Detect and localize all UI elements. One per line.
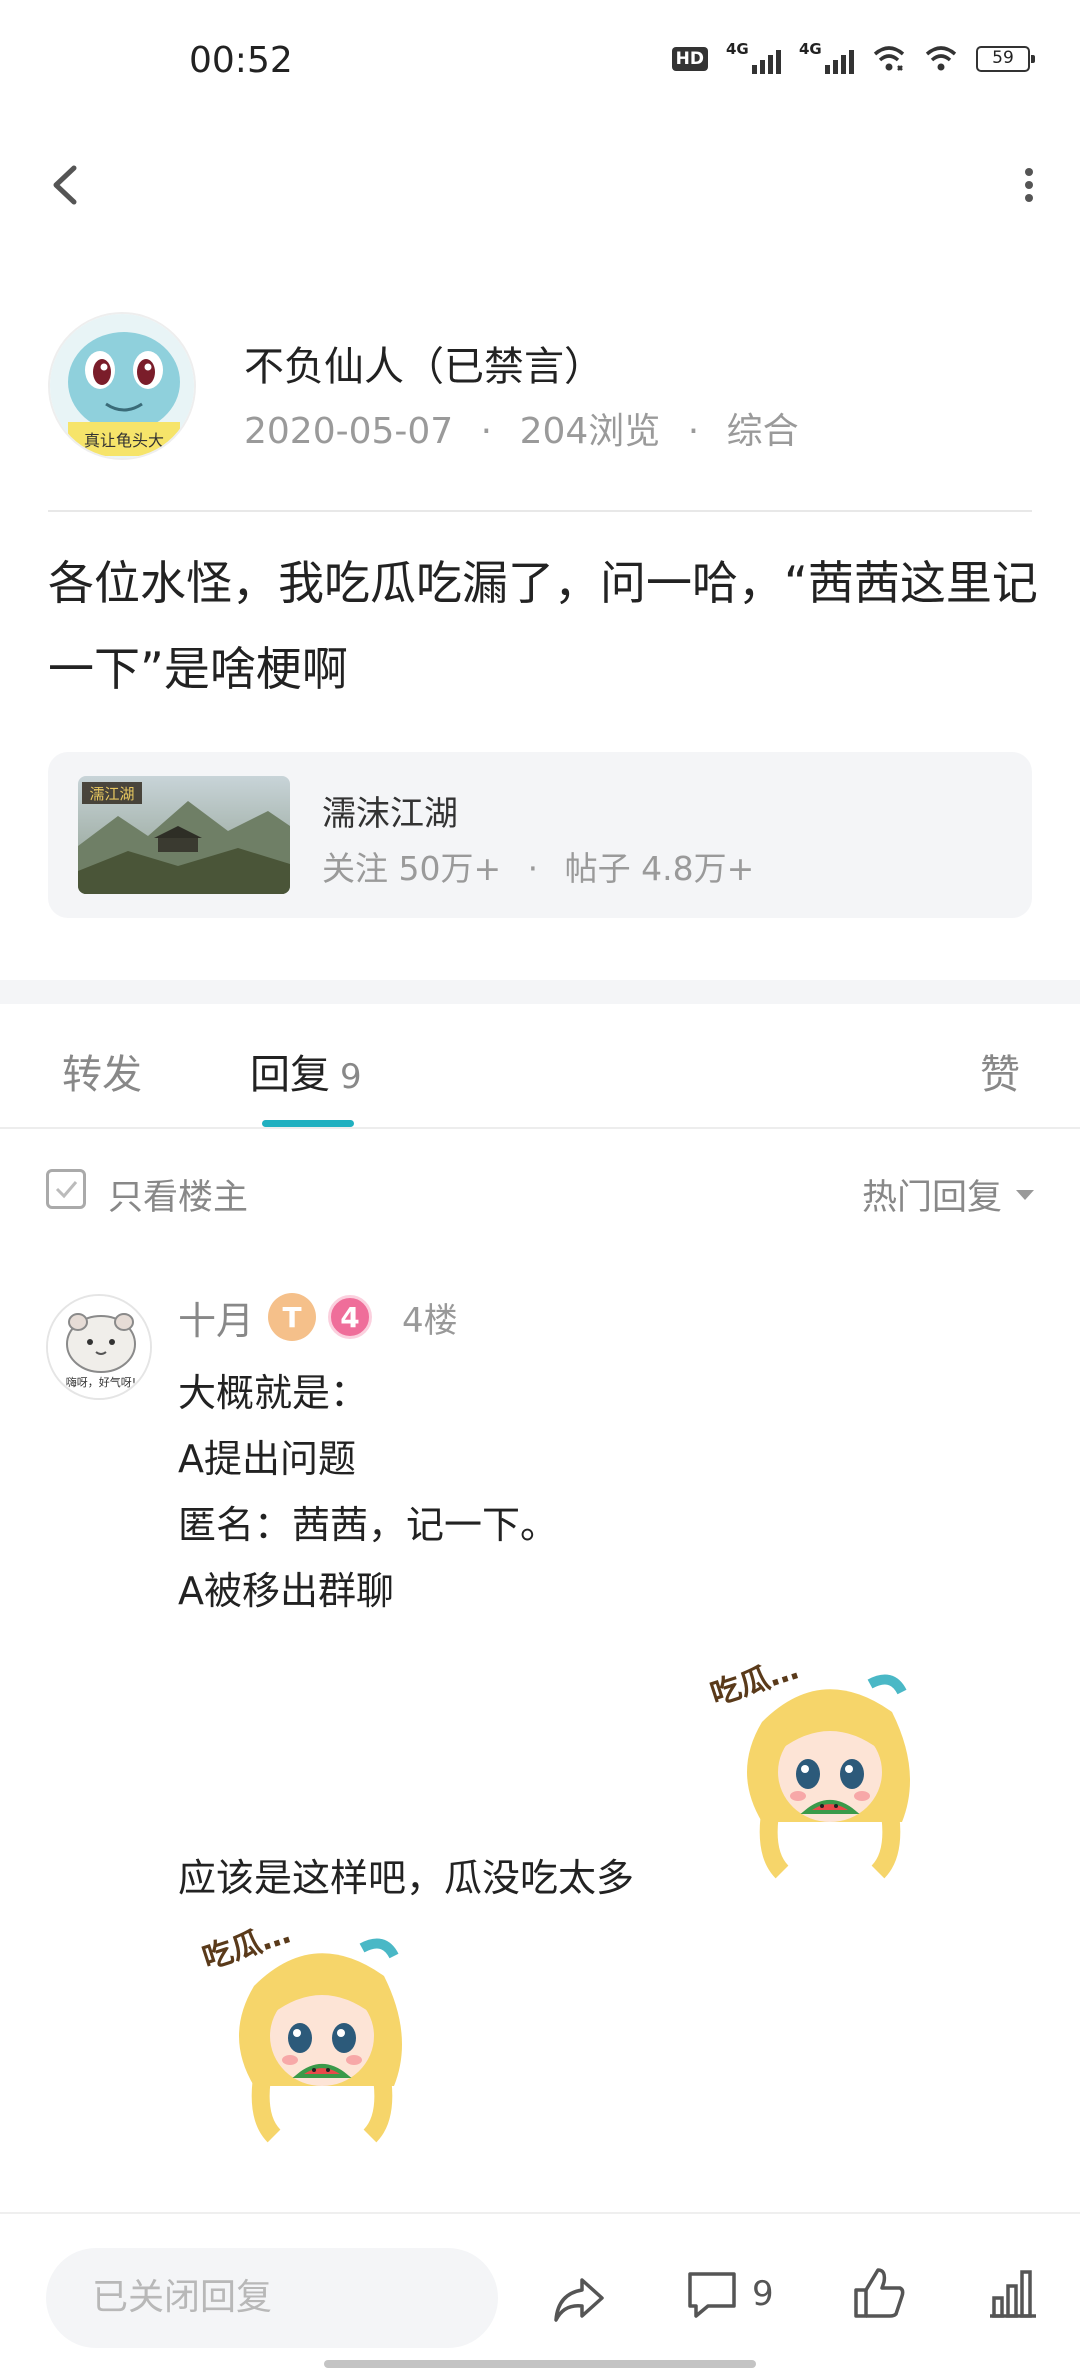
tab-like[interactable]: 赞 (980, 1042, 1020, 1100)
forum-followers: 关注 50万+ (322, 849, 502, 888)
meta-separator: · (480, 411, 493, 452)
stats-icon[interactable] (986, 2262, 1040, 2324)
battery-icon: 59 (976, 46, 1035, 72)
signal-icon-2: 4G (799, 40, 854, 74)
bottom-action-bar: 已关闭回复 9 (0, 2212, 1080, 2376)
hd-icon: HD (671, 47, 708, 71)
level-badge: 4 (328, 1295, 373, 1339)
post-date: 2020-05-07 (244, 411, 454, 452)
only-op-checkbox[interactable] (46, 1169, 86, 1209)
svg-text:嗨呀，好气呀!: 嗨呀，好气呀! (66, 1375, 136, 1389)
status-bar: 00:52 HD 4G 4G 59 (0, 0, 1080, 130)
reply-line: 大概就是： (178, 1371, 369, 1415)
forum-stats: 关注 50万+ · 帖子 4.8万+ (322, 842, 754, 890)
title-badge: T (268, 1293, 317, 1341)
svg-text:真让龟头大: 真让龟头大 (84, 431, 164, 450)
tab-reply-label: 回复 (250, 1052, 330, 1098)
post-views: 204浏览 (519, 411, 661, 452)
back-icon[interactable] (40, 150, 100, 220)
reply-avatar[interactable]: 嗨呀，好气呀! (46, 1294, 152, 1400)
tab-reply[interactable]: 回复 9 (250, 1042, 362, 1100)
forum-card[interactable]: 濡江湖 濡沫江湖 关注 50万+ · 帖子 4.8万+ (48, 752, 1032, 918)
active-tab-indicator (262, 1120, 354, 1127)
wifi-icon (925, 46, 957, 71)
comment-count: 9 (752, 2274, 774, 2314)
filter-row: 只看楼主 热门回复 (0, 1129, 1080, 1251)
reply-body: 大概就是： A提出问题 匿名：茜茜，记一下。 A被移出群聊 (178, 1360, 558, 1624)
meta-separator: · (687, 411, 700, 452)
author-row: 真让龟头大 不负仙人（已禁言） 2020-05-07 · 204浏览 · 综合 (48, 312, 1032, 462)
forum-posts: 帖子 4.8万+ (564, 849, 755, 888)
sort-dropdown[interactable]: 热门回复 (862, 1169, 1034, 1220)
nav-bar (0, 130, 1080, 240)
divider (48, 510, 1032, 512)
reply-input[interactable]: 已关闭回复 (46, 2248, 498, 2348)
caret-down-icon (1016, 1189, 1034, 1200)
svg-text:濡江湖: 濡江湖 (89, 785, 134, 803)
tab-bar: 转发 回复 9 赞 (0, 1004, 1080, 1129)
post-title: 各位水怪，我吃瓜吃漏了，问一哈，“茜茜这里记一下”是啥梗啊 (48, 556, 1038, 696)
more-options-icon[interactable] (1004, 150, 1054, 220)
author-avatar[interactable]: 真让龟头大 (48, 312, 196, 460)
thumbs-up-icon[interactable] (848, 2262, 910, 2324)
status-time: 00:52 (189, 40, 293, 81)
sort-label: 热门回复 (861, 1178, 1002, 1218)
section-gap (0, 980, 1080, 1004)
tab-forward[interactable]: 转发 (62, 1042, 142, 1100)
watermelon-sticker: 吃瓜… (198, 1916, 402, 2143)
reply-header: 十月 T 4 4楼 (178, 1290, 458, 1345)
stats-separator: · (527, 849, 539, 888)
reply-item: 嗨呀，好气呀! 十月 T 4 4楼 大概就是： A提出问题 匿名：茜茜，记一下。… (0, 1280, 1080, 2190)
signal-icon: 4G (726, 40, 781, 74)
reply-line: A被移出群聊 (178, 1569, 394, 1613)
home-indicator[interactable] (324, 2360, 756, 2368)
forum-thumbnail: 濡江湖 (78, 776, 290, 894)
post-meta: 2020-05-07 · 204浏览 · 综合 (244, 402, 799, 454)
forum-name: 濡沫江湖 (322, 794, 458, 834)
hotspot-wifi-icon (873, 46, 905, 71)
tab-reply-count: 9 (340, 1057, 362, 1097)
floor-number: 4楼 (402, 1300, 458, 1341)
reply-tail-text: 应该是这样吧，瓜没吃太多 (178, 1856, 635, 1900)
reply-username[interactable]: 十月 (178, 1290, 254, 1345)
share-icon[interactable] (548, 2268, 610, 2330)
post-category[interactable]: 综合 (727, 411, 799, 452)
comment-icon[interactable] (682, 2264, 742, 2326)
only-op-label[interactable]: 只看楼主 (108, 1169, 248, 1220)
watermelon-sticker: 吃瓜… (706, 1652, 910, 1879)
reply-line: 匿名：茜茜，记一下。 (178, 1503, 559, 1547)
author-name[interactable]: 不负仙人（已禁言） (244, 334, 604, 392)
check-icon (55, 1181, 78, 1199)
reply-line: A提出问题 (178, 1437, 356, 1481)
status-icons: HD 4G 4G 59 (671, 40, 1035, 74)
